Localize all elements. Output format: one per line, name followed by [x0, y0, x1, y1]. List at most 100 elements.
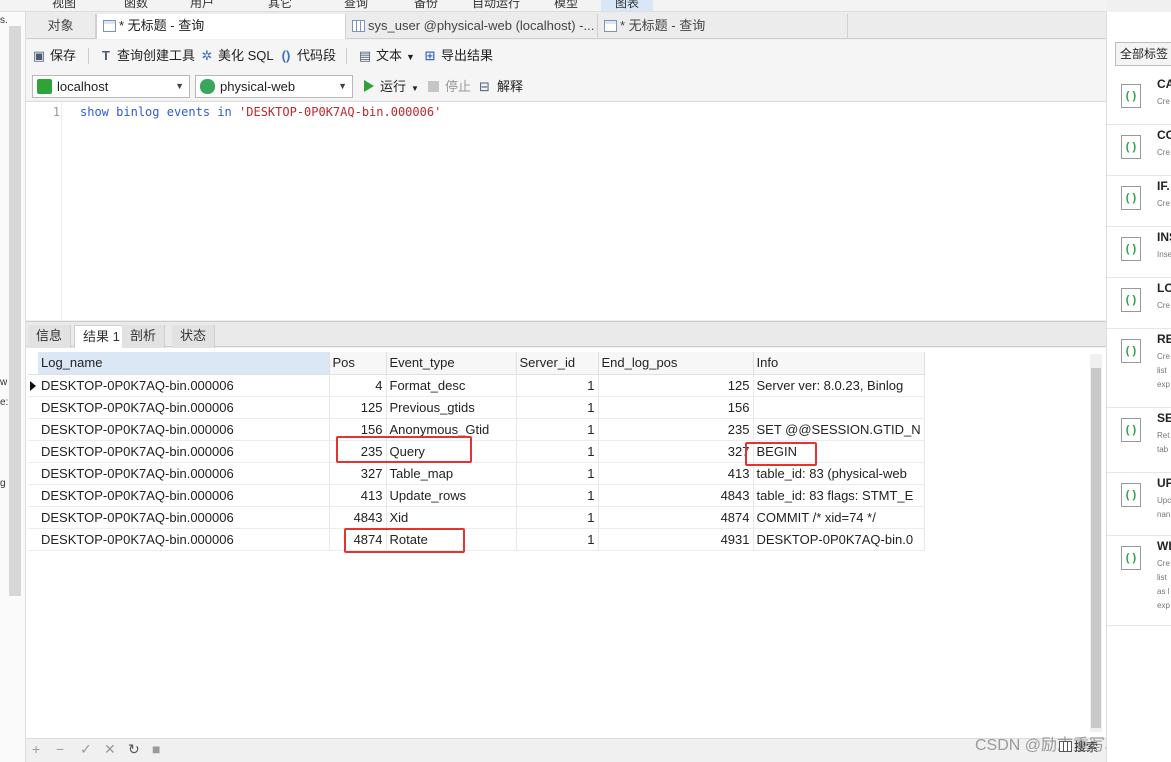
snippet-item[interactable]: ( ) CO Cre	[1107, 125, 1171, 176]
all-tags-button[interactable]: 全部标签	[1115, 42, 1171, 66]
cell-event-type[interactable]: Xid	[386, 506, 517, 529]
cell-event-type[interactable]: Anonymous_Gtid	[386, 418, 517, 441]
cell-log-name[interactable]: DESKTOP-0P0K7AQ-bin.000006	[38, 462, 330, 485]
cell-server-id[interactable]: 1	[516, 462, 599, 485]
cell-log-name[interactable]: DESKTOP-0P0K7AQ-bin.000006	[38, 506, 330, 529]
sql-code[interactable]: show binlog events in 'DESKTOP-0P0K7AQ-b…	[80, 105, 441, 119]
menu-user[interactable]: 用户	[190, 0, 214, 11]
menu-backup[interactable]: 备份	[414, 0, 438, 11]
table-row[interactable]: DESKTOP-0P0K7AQ-bin.000006 125 Previous_gt…	[28, 396, 925, 419]
cell-end-log-pos[interactable]: 413	[598, 462, 754, 485]
cell-end-log-pos[interactable]: 4874	[598, 506, 754, 529]
cell-server-id[interactable]: 1	[516, 484, 599, 507]
menu-other[interactable]: 其它	[268, 0, 292, 11]
cell-server-id[interactable]: 1	[516, 528, 599, 551]
grid-scrollbar[interactable]	[1090, 354, 1102, 732]
row-marker[interactable]	[28, 506, 38, 529]
stop-button[interactable]: 停止	[428, 78, 471, 96]
tab-untitled-query-active[interactable]: * 无标题 - 查询	[96, 14, 346, 39]
cell-server-id[interactable]: 1	[516, 396, 599, 419]
cell-log-name[interactable]: DESKTOP-0P0K7AQ-bin.000006	[38, 374, 330, 397]
column-header-end-log-pos[interactable]: End_log_pos	[598, 352, 754, 375]
tab-untitled-query[interactable]: * 无标题 - 查询	[598, 14, 848, 39]
table-row[interactable]: DESKTOP-0P0K7AQ-bin.000006 4874 Rotate 1 493…	[28, 528, 925, 551]
code-snippet-button[interactable]: () 代码段	[279, 47, 336, 65]
tab-objects[interactable]: 对象	[26, 14, 96, 39]
table-row[interactable]: DESKTOP-0P0K7AQ-bin.000006 4 Format_desc 1 1…	[28, 374, 925, 397]
snippet-item[interactable]: ( ) RE Cre list exp	[1107, 329, 1171, 408]
add-record-icon[interactable]: +	[32, 741, 40, 757]
cell-info[interactable]: SET @@SESSION.GTID_N	[753, 418, 925, 441]
table-row[interactable]: DESKTOP-0P0K7AQ-bin.000006 156 Anonymous_G…	[28, 418, 925, 441]
cell-pos[interactable]: 125	[329, 396, 387, 419]
cell-log-name[interactable]: DESKTOP-0P0K7AQ-bin.000006	[38, 528, 330, 551]
menu-chart[interactable]: 图表	[601, 0, 654, 11]
export-results-button[interactable]: ⊞ 导出结果	[423, 47, 493, 65]
tab-sys-user-table[interactable]: sys_user @physical-web (localhost) -...	[346, 14, 598, 39]
scrollbar-thumb[interactable]	[1091, 368, 1101, 728]
cell-log-name[interactable]: DESKTOP-0P0K7AQ-bin.000006	[38, 484, 330, 507]
cell-event-type[interactable]: Update_rows	[386, 484, 517, 507]
cell-info[interactable]	[753, 396, 925, 419]
table-row[interactable]: DESKTOP-0P0K7AQ-bin.000006 413 Update_rows…	[28, 484, 925, 507]
cell-end-log-pos[interactable]: 235	[598, 418, 754, 441]
row-marker[interactable]	[28, 462, 38, 485]
snippet-item[interactable]: ( ) LO Cre	[1107, 278, 1171, 329]
column-header-server-id[interactable]: Server_id	[516, 352, 599, 375]
snippet-item[interactable]: ( ) UP Upc nan	[1107, 473, 1171, 536]
row-marker[interactable]	[28, 484, 38, 507]
row-marker[interactable]	[28, 528, 38, 551]
cell-end-log-pos[interactable]: 156	[598, 396, 754, 419]
cell-event-type[interactable]: Table_map	[386, 462, 517, 485]
cell-end-log-pos[interactable]: 4931	[598, 528, 754, 551]
menu-query[interactable]: 查询	[344, 0, 368, 11]
snippet-item[interactable]: ( ) WI Cre list as l exp	[1107, 536, 1171, 626]
query-builder-button[interactable]: T 查询创建工具	[99, 47, 195, 65]
text-mode-button[interactable]: ▤ 文本 ▼	[358, 47, 415, 65]
row-marker[interactable]	[28, 440, 38, 463]
column-header-event-type[interactable]: Event_type	[386, 352, 517, 375]
table-row[interactable]: DESKTOP-0P0K7AQ-bin.000006 327 Table_map 1 4…	[28, 462, 925, 485]
grid-view-icon[interactable]	[1059, 741, 1072, 752]
table-row[interactable]: DESKTOP-0P0K7AQ-bin.000006 235 Query 1 327 BE…	[28, 440, 925, 463]
apply-check-icon[interactable]: ✓	[80, 741, 92, 758]
save-button[interactable]: ▣ 保存	[32, 47, 76, 65]
cell-event-type[interactable]: Rotate	[386, 528, 517, 551]
table-row[interactable]: DESKTOP-0P0K7AQ-bin.000006 4843 Xid 1 4874 CO…	[28, 506, 925, 529]
run-button[interactable]: 运行 ▼	[364, 78, 419, 96]
delete-record-icon[interactable]: −	[56, 741, 64, 757]
cell-server-id[interactable]: 1	[516, 418, 599, 441]
snippet-item[interactable]: ( ) SE Ret tab	[1107, 408, 1171, 473]
cell-end-log-pos[interactable]: 327	[598, 440, 754, 463]
cell-server-id[interactable]: 1	[516, 506, 599, 529]
explain-button[interactable]: ⊟ 解释	[479, 78, 523, 96]
row-marker[interactable]	[28, 374, 38, 397]
discard-x-icon[interactable]: ✕	[104, 741, 116, 758]
snippet-item[interactable]: ( ) IF. Cre	[1107, 176, 1171, 227]
column-header-log-name[interactable]: Log_name	[38, 352, 330, 375]
cell-info[interactable]: DESKTOP-0P0K7AQ-bin.0	[753, 528, 925, 551]
sql-editor[interactable]: 1 show binlog events in 'DESKTOP-0P0K7AQ…	[26, 101, 1106, 320]
row-marker[interactable]	[28, 418, 38, 441]
cell-event-type[interactable]: Format_desc	[386, 374, 517, 397]
snippet-item[interactable]: ( ) INS Inse	[1107, 227, 1171, 278]
tab-status[interactable]: 状态	[172, 325, 216, 348]
menu-automation[interactable]: 自动运行	[472, 0, 520, 11]
cell-pos[interactable]: 235	[329, 440, 387, 463]
stop-icon[interactable]: ■	[152, 741, 160, 757]
menu-model[interactable]: 模型	[554, 0, 578, 11]
cell-pos[interactable]: 156	[329, 418, 387, 441]
search-label[interactable]: 搜索	[1074, 740, 1098, 754]
cell-log-name[interactable]: DESKTOP-0P0K7AQ-bin.000006	[38, 418, 330, 441]
cell-event-type[interactable]: Previous_gtids	[386, 396, 517, 419]
cell-info[interactable]: table_id: 83 (physical-web	[753, 462, 925, 485]
cell-info[interactable]: Server ver: 8.0.23, Binlog	[753, 374, 925, 397]
cell-server-id[interactable]: 1	[516, 440, 599, 463]
beautify-sql-button[interactable]: ✲ 美化 SQL	[200, 47, 274, 65]
cell-event-type[interactable]: Query	[386, 440, 517, 463]
database-select[interactable]: physical-web ▼	[195, 75, 353, 98]
cell-pos[interactable]: 327	[329, 462, 387, 485]
cell-info[interactable]: BEGIN	[753, 440, 925, 463]
cell-log-name[interactable]: DESKTOP-0P0K7AQ-bin.000006	[38, 440, 330, 463]
column-header-info[interactable]: Info	[753, 352, 925, 375]
